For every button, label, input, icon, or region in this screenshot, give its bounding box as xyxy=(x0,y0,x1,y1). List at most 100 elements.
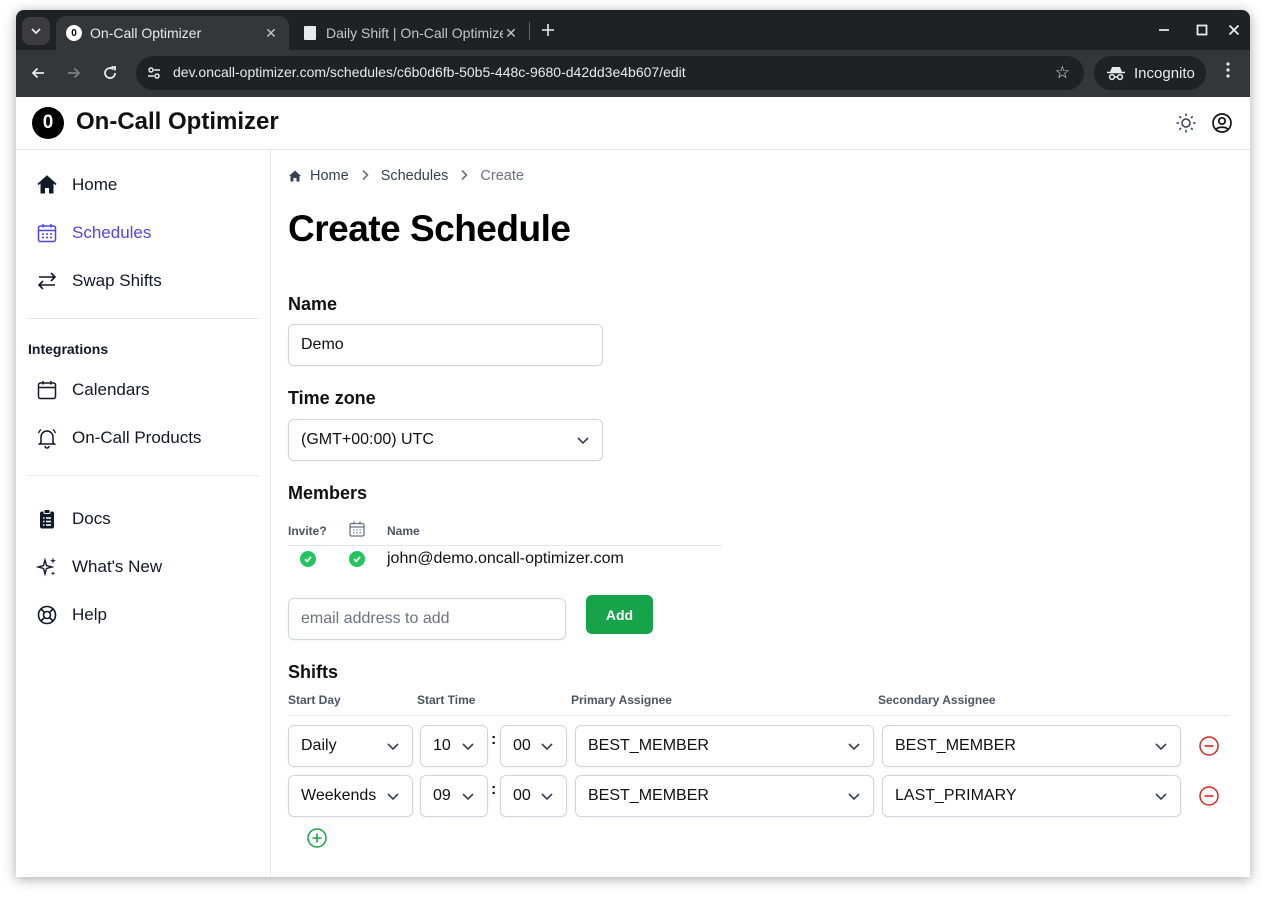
time-separator: : xyxy=(491,731,497,748)
tab-title: Daily Shift | On-Call Optimizer xyxy=(326,25,503,41)
breadcrumb-schedules[interactable]: Schedules xyxy=(381,168,449,184)
calendar-icon xyxy=(36,379,58,401)
app-title[interactable]: On-Call Optimizer xyxy=(76,108,279,136)
shift-secondary-value: LAST_PRIMARY xyxy=(895,787,1017,804)
sidebar-item-on-call-products[interactable]: On-Call Products xyxy=(36,425,201,451)
sidebar-item-docs[interactable]: Docs xyxy=(36,506,111,532)
calendar-check-icon[interactable] xyxy=(349,551,365,567)
chevron-down-icon xyxy=(462,743,474,751)
members-col-name: Name xyxy=(387,524,420,538)
sidebar-item-label: Calendars xyxy=(72,380,150,399)
address-bar[interactable]: dev.oncall-optimizer.com/schedules/c6b0d… xyxy=(136,56,1084,90)
url-text: dev.oncall-optimizer.com/schedules/c6b0d… xyxy=(173,64,686,80)
chevron-down-icon xyxy=(387,743,399,751)
incognito-indicator[interactable]: Incognito xyxy=(1094,56,1206,90)
tab-strip: 0 On-Call Optimizer ✕ Daily Shift | On-C… xyxy=(16,10,1250,50)
sparkles-icon xyxy=(36,556,58,578)
tab-active[interactable]: 0 On-Call Optimizer ✕ xyxy=(56,16,289,50)
clipboard-icon xyxy=(36,508,58,530)
main-content: Home Schedules Create Create Schedule Na… xyxy=(288,150,1250,877)
chevron-down-icon xyxy=(848,793,860,801)
chevron-down-icon xyxy=(1155,793,1167,801)
timezone-select[interactable]: (GMT+00:00) UTC xyxy=(288,419,603,461)
browser-window: 0 On-Call Optimizer ✕ Daily Shift | On-C… xyxy=(16,10,1250,877)
shift-primary-select[interactable]: BEST_MEMBER xyxy=(575,775,874,817)
app-logo[interactable]: 0 xyxy=(32,107,64,139)
bookmark-star-icon[interactable]: ☆ xyxy=(1055,63,1070,83)
new-tab-button[interactable] xyxy=(536,18,560,42)
maximize-icon xyxy=(1196,24,1208,36)
name-input[interactable]: Demo xyxy=(288,324,603,366)
invite-check-icon[interactable] xyxy=(300,551,316,567)
shift-secondary-select[interactable]: LAST_PRIMARY xyxy=(882,775,1181,817)
tab-inactive[interactable]: Daily Shift | On-Call Optimizer ✕ xyxy=(294,16,529,50)
sidebar-item-label: On-Call Products xyxy=(72,428,202,447)
back-button[interactable] xyxy=(26,61,50,85)
sidebar-item-home[interactable]: Home xyxy=(36,172,117,198)
account-button[interactable] xyxy=(1210,111,1234,135)
breadcrumb-home[interactable]: Home xyxy=(310,168,349,184)
shift-start-day-select[interactable]: Daily xyxy=(288,725,413,767)
shift-start-day-select[interactable]: Weekends xyxy=(288,775,413,817)
maximize-button[interactable] xyxy=(1192,20,1212,40)
shift-hour-select[interactable]: 09 xyxy=(420,775,488,817)
close-tab-icon[interactable]: ✕ xyxy=(503,25,519,42)
site-settings-icon[interactable] xyxy=(146,65,162,81)
sidebar-item-label: Home xyxy=(72,175,118,194)
sidebar-divider xyxy=(28,318,259,319)
shift-start-day-value: Daily xyxy=(301,737,337,754)
members-col-invite: Invite? xyxy=(288,524,327,538)
add-shift-button[interactable] xyxy=(306,827,328,849)
tab-title: On-Call Optimizer xyxy=(90,25,202,41)
minimize-icon xyxy=(1159,29,1169,31)
email-input[interactable]: email address to add xyxy=(288,598,566,640)
sidebar-item-label: What's New xyxy=(72,557,163,576)
plus-icon xyxy=(542,24,554,36)
remove-shift-button[interactable] xyxy=(1198,735,1220,757)
incognito-label: Incognito xyxy=(1134,64,1195,82)
reload-icon xyxy=(104,66,116,79)
sidebar-divider xyxy=(28,475,259,476)
member-email: john@demo.oncall-optimizer.com xyxy=(387,550,624,567)
sidebar-item-whats-new[interactable]: What's New xyxy=(36,554,162,580)
close-icon xyxy=(1228,24,1240,36)
sidebar-item-help[interactable]: Help xyxy=(36,602,107,628)
shift-minute-select[interactable]: 00 xyxy=(500,725,567,767)
remove-shift-button[interactable] xyxy=(1198,785,1220,807)
sidebar-item-swap-shifts[interactable]: Swap Shifts xyxy=(36,268,162,294)
shift-secondary-value: BEST_MEMBER xyxy=(895,737,1016,754)
arrow-right-icon xyxy=(68,67,81,79)
minus-circle-icon xyxy=(1199,736,1219,756)
shift-primary-select[interactable]: BEST_MEMBER xyxy=(575,725,874,767)
user-circle-icon xyxy=(1212,113,1232,133)
theme-toggle-button[interactable] xyxy=(1174,111,1198,135)
reload-button[interactable] xyxy=(98,61,122,85)
members-divider xyxy=(288,545,722,546)
forward-button[interactable] xyxy=(62,61,86,85)
page-title: Create Schedule xyxy=(288,208,571,249)
timezone-label: Time zone xyxy=(288,388,376,408)
shift-primary-value: BEST_MEMBER xyxy=(588,737,709,754)
browser-menu-button[interactable] xyxy=(1218,62,1238,83)
close-window-button[interactable] xyxy=(1224,20,1244,40)
shifts-divider xyxy=(288,715,1229,716)
shift-hour-value: 10 xyxy=(433,737,451,754)
sidebar-item-schedules[interactable]: Schedules xyxy=(36,220,151,246)
tab-search-button[interactable] xyxy=(22,17,50,45)
chevron-down-icon xyxy=(462,793,474,801)
arrow-left-icon xyxy=(31,67,44,79)
add-member-button[interactable]: Add xyxy=(586,595,653,634)
close-tab-icon[interactable]: ✕ xyxy=(263,25,279,42)
calendar-icon xyxy=(348,520,366,543)
home-icon xyxy=(36,174,58,196)
shift-hour-value: 09 xyxy=(433,787,451,804)
shift-secondary-select[interactable]: BEST_MEMBER xyxy=(882,725,1181,767)
app-header: 0 On-Call Optimizer xyxy=(16,97,1250,150)
shift-hour-select[interactable]: 10 xyxy=(420,725,488,767)
time-separator: : xyxy=(491,781,497,798)
minus-circle-icon xyxy=(1199,786,1219,806)
shift-minute-select[interactable]: 00 xyxy=(500,775,567,817)
sidebar-item-calendars[interactable]: Calendars xyxy=(36,377,150,403)
minimize-button[interactable] xyxy=(1154,20,1174,40)
swap-arrows-icon xyxy=(36,270,58,292)
